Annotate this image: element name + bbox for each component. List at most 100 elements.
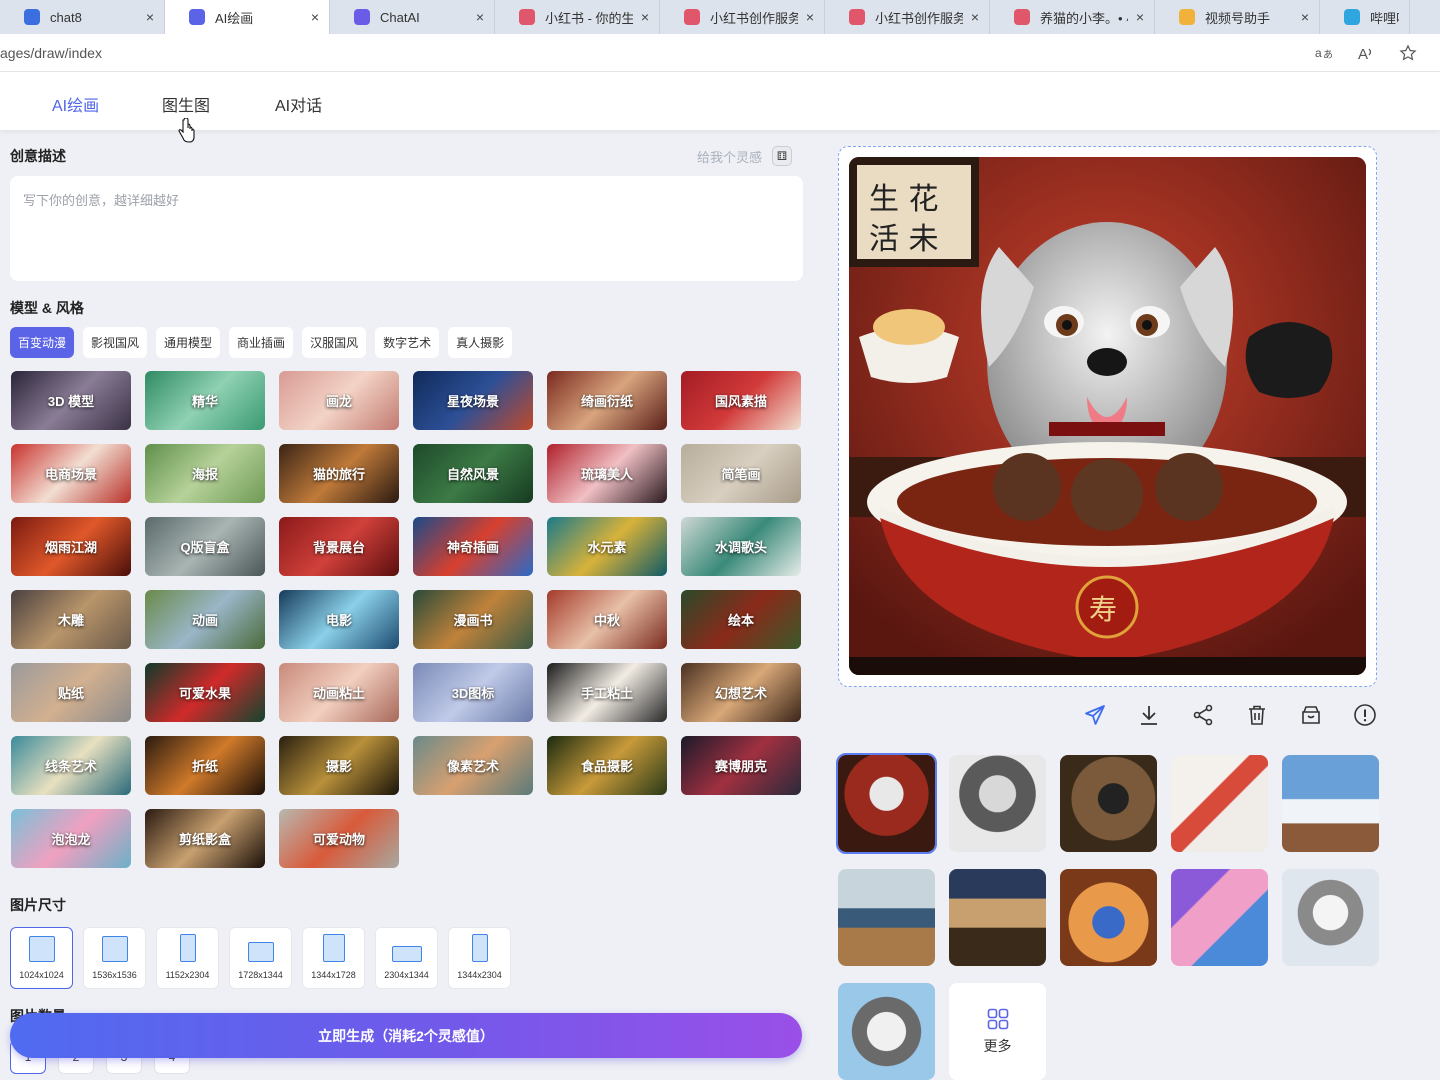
style-card[interactable]: 海报 xyxy=(145,444,265,503)
history-thumbnail[interactable] xyxy=(1060,755,1157,852)
style-category-tab[interactable]: 通用模型 xyxy=(156,327,221,358)
style-card[interactable]: 像素艺术 xyxy=(413,736,533,795)
preview-image[interactable]: 生 花 活 未 寿 xyxy=(849,157,1366,675)
send-icon[interactable] xyxy=(1082,702,1107,727)
browser-tab[interactable]: chat8 × xyxy=(0,0,165,34)
close-tab-icon[interactable]: × xyxy=(806,9,814,25)
style-card[interactable]: 动画粘土 xyxy=(279,663,399,722)
tab-ai-draw[interactable]: AI绘画 xyxy=(52,92,99,116)
more-button[interactable]: 更多 xyxy=(949,983,1046,1080)
image-action-bar xyxy=(1082,702,1377,727)
download-icon[interactable] xyxy=(1136,702,1161,727)
close-tab-icon[interactable]: × xyxy=(311,9,319,25)
history-thumbnail[interactable] xyxy=(838,869,935,966)
style-category-tab[interactable]: 汉服国风 xyxy=(302,327,367,358)
style-card[interactable]: 泡泡龙 xyxy=(11,809,131,868)
history-thumbnail[interactable] xyxy=(1282,755,1379,852)
style-card[interactable]: 绘本 xyxy=(681,590,801,649)
close-tab-icon[interactable]: × xyxy=(971,9,979,25)
browser-tab[interactable]: 小红书创作服务平台 × xyxy=(660,0,825,34)
style-card[interactable]: 神奇插画 xyxy=(413,517,533,576)
style-card[interactable]: 自然风景 xyxy=(413,444,533,503)
url-field[interactable]: ages/draw/index xyxy=(0,45,1314,61)
size-option[interactable]: 1344x1728 xyxy=(302,927,365,989)
size-option[interactable]: 1344x2304 xyxy=(448,927,511,989)
style-card[interactable]: 水调歌头 xyxy=(681,517,801,576)
style-card[interactable]: Q版盲盒 xyxy=(145,517,265,576)
history-thumbnail[interactable] xyxy=(1171,755,1268,852)
style-card[interactable]: 猫的旅行 xyxy=(279,444,399,503)
prompt-input[interactable] xyxy=(23,190,790,267)
style-card[interactable]: 折纸 xyxy=(145,736,265,795)
share-icon[interactable] xyxy=(1190,702,1215,727)
style-card[interactable]: 3D 模型 xyxy=(11,371,131,430)
style-card[interactable]: 烟雨江湖 xyxy=(11,517,131,576)
close-tab-icon[interactable]: × xyxy=(641,9,649,25)
history-thumbnail[interactable] xyxy=(838,983,935,1080)
browser-tab[interactable]: 小红书 - 你的生活 × xyxy=(495,0,660,34)
style-card[interactable]: 简笔画 xyxy=(681,444,801,503)
close-tab-icon[interactable]: × xyxy=(1301,9,1309,25)
style-card[interactable]: 摄影 xyxy=(279,736,399,795)
tab-ai-chat[interactable]: AI对话 xyxy=(275,92,322,116)
size-option[interactable]: 1728x1344 xyxy=(229,927,292,989)
style-card[interactable]: 水元素 xyxy=(547,517,667,576)
style-card[interactable]: 线条艺术 xyxy=(11,736,131,795)
archive-icon[interactable] xyxy=(1298,702,1323,727)
read-aloud-icon[interactable]: aあ xyxy=(1314,43,1334,63)
history-thumbnail[interactable] xyxy=(949,869,1046,966)
inspire-button[interactable]: 给我个灵感 ⚅ xyxy=(697,146,793,166)
style-card[interactable]: 贴纸 xyxy=(11,663,131,722)
close-tab-icon[interactable]: × xyxy=(146,9,154,25)
history-thumbnail[interactable] xyxy=(949,755,1046,852)
browser-tab[interactable]: 视频号助手 × xyxy=(1155,0,1320,34)
style-card[interactable]: 食品摄影 xyxy=(547,736,667,795)
browser-tab[interactable]: ChatAI × xyxy=(330,0,495,34)
style-card[interactable]: 电影 xyxy=(279,590,399,649)
style-card[interactable]: 赛博朋克 xyxy=(681,736,801,795)
style-card[interactable]: 动画 xyxy=(145,590,265,649)
style-card[interactable]: 可爱动物 xyxy=(279,809,399,868)
style-card[interactable]: 可爱水果 xyxy=(145,663,265,722)
style-card[interactable]: 电商场景 xyxy=(11,444,131,503)
style-card[interactable]: 琉璃美人 xyxy=(547,444,667,503)
favorite-star-icon[interactable] xyxy=(1398,43,1418,63)
size-option[interactable]: 1152x2304 xyxy=(156,927,219,989)
browser-tab[interactable]: 哔哩哔哩 ( xyxy=(1320,0,1410,34)
history-thumbnail[interactable] xyxy=(836,753,937,854)
history-thumbnail[interactable] xyxy=(1282,869,1379,966)
browser-tab[interactable]: 养猫的小李。• 小红书 × xyxy=(990,0,1155,34)
close-tab-icon[interactable]: × xyxy=(1136,9,1144,25)
style-card[interactable]: 精华 xyxy=(145,371,265,430)
style-card[interactable]: 剪纸影盒 xyxy=(145,809,265,868)
style-card[interactable]: 国风素描 xyxy=(681,371,801,430)
style-category-tab[interactable]: 百变动漫 xyxy=(10,327,75,358)
close-tab-icon[interactable]: × xyxy=(476,9,484,25)
style-card[interactable]: 画龙 xyxy=(279,371,399,430)
style-card[interactable]: 背景展台 xyxy=(279,517,399,576)
text-size-icon[interactable]: A xyxy=(1356,43,1376,63)
history-thumbnail[interactable] xyxy=(1171,869,1268,966)
style-category-tab[interactable]: 真人摄影 xyxy=(448,327,513,358)
style-card[interactable]: 幻想艺术 xyxy=(681,663,801,722)
size-option[interactable]: 2304x1344 xyxy=(375,927,438,989)
style-card[interactable]: 手工粘土 xyxy=(547,663,667,722)
browser-tab[interactable]: AI绘画 × xyxy=(165,0,330,34)
style-card[interactable]: 木雕 xyxy=(11,590,131,649)
style-card[interactable]: 星夜场景 xyxy=(413,371,533,430)
style-category-tab[interactable]: 商业插画 xyxy=(229,327,294,358)
style-category-tab[interactable]: 影视国风 xyxy=(83,327,148,358)
report-icon[interactable] xyxy=(1352,702,1377,727)
style-card[interactable]: 绮画衍纸 xyxy=(547,371,667,430)
generate-button[interactable]: 立即生成（消耗2个灵感值） xyxy=(10,1013,802,1058)
style-category-tab[interactable]: 数字艺术 xyxy=(375,327,440,358)
size-option[interactable]: 1024x1024 xyxy=(10,927,73,989)
tab-image-to-image[interactable]: 图生图 xyxy=(162,92,210,116)
browser-tab[interactable]: 小红书创作服务平台 × xyxy=(825,0,990,34)
history-thumbnail[interactable] xyxy=(1060,869,1157,966)
style-card[interactable]: 中秋 xyxy=(547,590,667,649)
size-option[interactable]: 1536x1536 xyxy=(83,927,146,989)
style-card[interactable]: 漫画书 xyxy=(413,590,533,649)
trash-icon[interactable] xyxy=(1244,702,1269,727)
style-card[interactable]: 3D图标 xyxy=(413,663,533,722)
